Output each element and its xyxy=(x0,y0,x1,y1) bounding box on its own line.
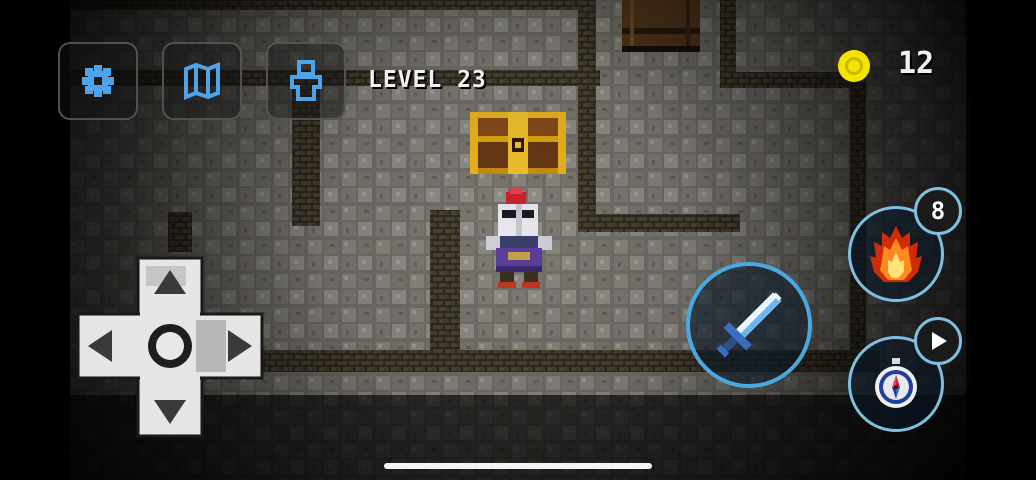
compass-icon xyxy=(875,358,917,408)
gear-icon xyxy=(82,65,114,97)
map-icon xyxy=(184,62,220,100)
fire-count-badge: 8 xyxy=(914,187,962,235)
coin-count: 12 xyxy=(898,46,935,81)
dpad[interactable] xyxy=(76,256,264,438)
character-button[interactable] xyxy=(266,42,346,120)
play-icon xyxy=(932,332,947,350)
fireball-icon xyxy=(870,226,922,282)
coin-icon xyxy=(838,50,870,82)
fire-count: 8 xyxy=(930,197,946,225)
dpad-icon xyxy=(76,256,264,438)
level-label: LEVEL 23 xyxy=(368,67,487,93)
character-icon xyxy=(290,60,322,101)
home-indicator[interactable] xyxy=(384,463,652,469)
attack-button[interactable] xyxy=(686,262,812,388)
play-badge[interactable] xyxy=(914,317,962,365)
map-button[interactable] xyxy=(162,42,242,120)
sword-icon xyxy=(716,292,782,358)
settings-button[interactable] xyxy=(58,42,138,120)
